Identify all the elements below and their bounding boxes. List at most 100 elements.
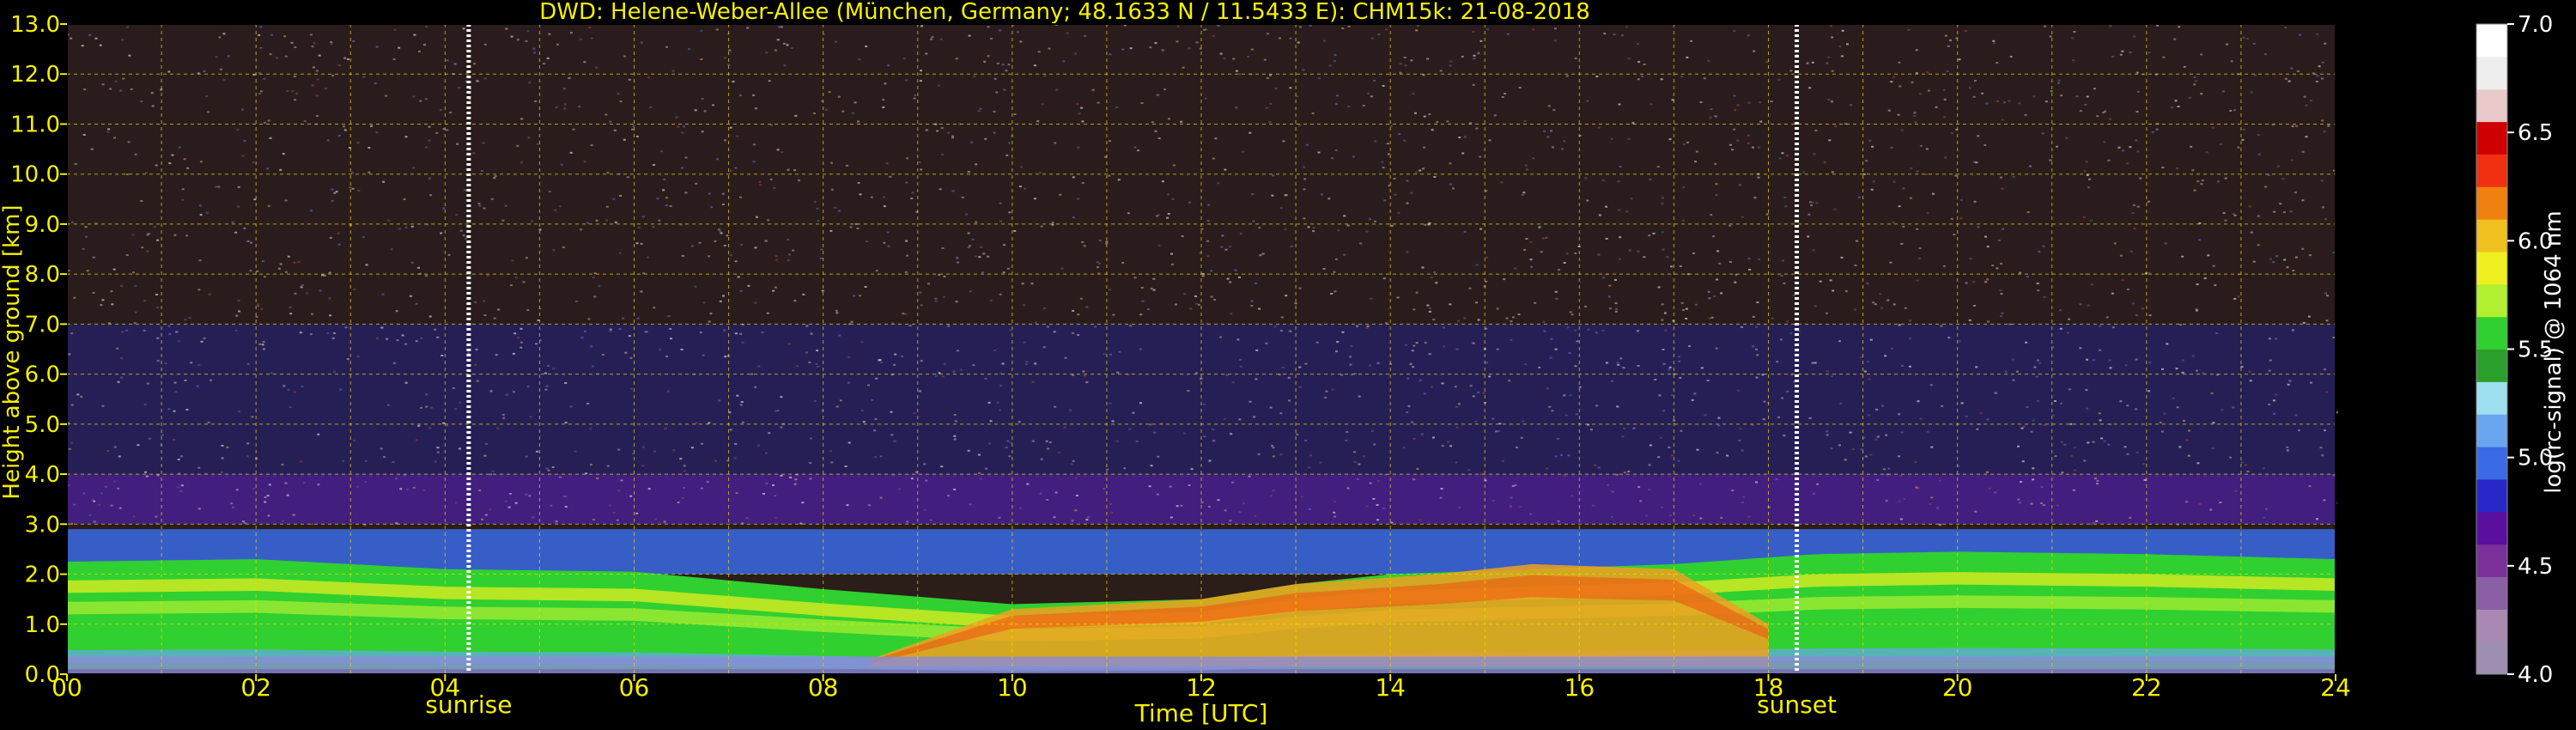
noise-dot <box>709 313 713 315</box>
noise-dot <box>1529 240 1533 243</box>
noise-dot <box>786 44 789 46</box>
noise-dot <box>1280 316 1284 319</box>
noise-dot <box>767 219 770 222</box>
noise-dot <box>1578 386 1582 388</box>
noise-dot <box>2268 404 2271 405</box>
noise-dot <box>1882 468 1886 471</box>
noise-dot <box>332 332 336 334</box>
x-tick-label: 16 <box>1564 673 1595 702</box>
noise-dot <box>2085 161 2088 163</box>
noise-dot <box>1455 348 1459 350</box>
noise-dot <box>1382 277 1386 280</box>
noise-dot <box>2156 24 2160 27</box>
noise-dot <box>306 292 308 295</box>
noise-dot <box>972 364 975 367</box>
noise-dot <box>1692 252 1695 254</box>
noise-dot <box>943 275 946 277</box>
noise-dot <box>955 301 958 303</box>
noise-dot <box>2212 126 2215 129</box>
noise-dot <box>2041 132 2044 135</box>
noise-dot <box>1433 271 1437 273</box>
noise-dot <box>1365 230 1369 233</box>
noise-dot <box>873 429 877 432</box>
noise-dot <box>1747 134 1750 137</box>
noise-dot <box>428 139 431 142</box>
noise-dot <box>1352 451 1356 453</box>
noise-dot <box>349 186 352 189</box>
noise-dot <box>1595 76 1599 77</box>
noise-dot <box>1281 367 1285 368</box>
noise-dot <box>617 93 620 95</box>
noise-dot <box>1019 40 1023 43</box>
noise-dot <box>67 270 70 272</box>
noise-dot <box>140 100 143 102</box>
noise-dot <box>1139 348 1142 350</box>
noise-dot <box>1048 47 1051 50</box>
noise-dot <box>1972 305 1976 307</box>
noise-dot <box>2088 178 2092 180</box>
noise-dot <box>1410 59 1413 62</box>
noise-dot <box>284 271 288 273</box>
noise-dot <box>1812 249 1815 252</box>
noise-dot <box>1755 481 1758 484</box>
noise-dot <box>326 139 330 142</box>
noise-dot <box>1025 361 1029 363</box>
noise-dot <box>1881 405 1884 407</box>
noise-dot <box>473 63 476 65</box>
noise-dot <box>774 49 777 52</box>
noise-dot <box>1151 121 1154 124</box>
noise-dot <box>181 198 185 201</box>
noise-dot <box>1414 112 1417 114</box>
noise-dot <box>1823 161 1826 163</box>
noise-dot <box>2332 252 2336 253</box>
noise-dot <box>2224 219 2227 222</box>
noise-dot <box>1182 432 1186 435</box>
noise-dot <box>719 230 722 233</box>
noise-dot <box>73 296 76 299</box>
noise-dot <box>1063 426 1066 429</box>
noise-dot <box>2086 358 2089 361</box>
noise-dot <box>670 338 672 340</box>
noise-dot <box>2200 93 2203 95</box>
noise-dot <box>321 274 325 277</box>
noise-dot <box>73 503 76 506</box>
noise-dot <box>1716 250 1719 252</box>
noise-dot <box>425 405 428 408</box>
noise-dot <box>2219 143 2222 145</box>
noise-dot <box>401 334 404 337</box>
noise-dot <box>1411 350 1414 352</box>
x-tick-label: 24 <box>2320 673 2351 702</box>
noise-dot <box>1137 149 1139 152</box>
noise-dot <box>2195 369 2198 372</box>
noise-dot <box>1419 519 1422 521</box>
noise-dot <box>1176 505 1179 508</box>
noise-dot <box>858 58 861 61</box>
noise-dot <box>1512 316 1515 319</box>
noise-dot <box>1975 161 1978 164</box>
noise-dot <box>1423 146 1426 149</box>
noise-dot <box>259 26 263 28</box>
noise-dot <box>918 161 921 163</box>
noise-dot <box>477 203 481 205</box>
noise-dot <box>1680 76 1684 77</box>
noise-dot <box>1526 168 1528 171</box>
noise-dot <box>1475 264 1479 266</box>
noise-dot <box>548 33 551 35</box>
noise-dot <box>859 295 861 297</box>
noise-dot <box>2000 293 2003 295</box>
noise-dot <box>1867 361 1869 363</box>
noise-dot <box>2273 210 2276 213</box>
noise-dot <box>1789 332 1793 335</box>
noise-dot <box>1334 501 1337 503</box>
noise-dot <box>2004 370 2008 373</box>
noise-dot <box>250 241 253 244</box>
noise-dot <box>535 343 538 345</box>
noise-dot <box>238 411 240 413</box>
noise-dot <box>1909 319 1911 322</box>
noise-dot <box>835 312 839 314</box>
noise-dot <box>1242 150 1245 153</box>
noise-dot <box>232 506 235 508</box>
noise-dot <box>564 422 568 424</box>
noise-dot <box>1670 265 1674 268</box>
noise-dot <box>2175 368 2178 370</box>
